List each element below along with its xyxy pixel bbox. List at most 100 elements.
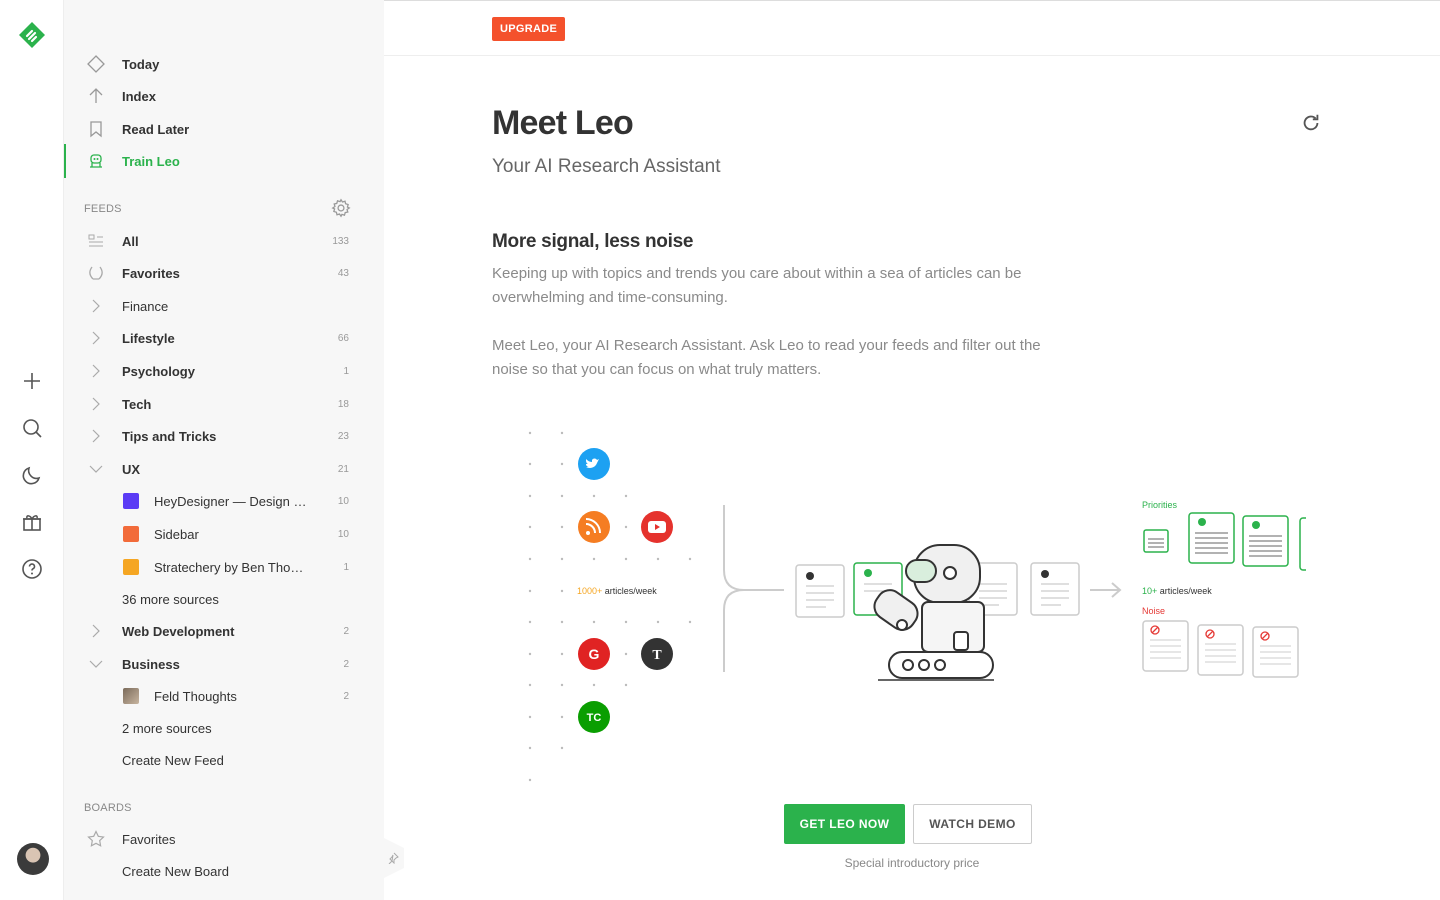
noise-articles [1142,620,1299,678]
sidebar-favicon [121,524,141,544]
twitter-icon [578,448,610,480]
unread-count: 43 [337,268,349,279]
bookmark-icon [86,119,106,139]
watch-demo-button[interactable]: WATCH DEMO [913,804,1032,844]
night-mode-icon[interactable] [20,463,44,487]
refresh-icon[interactable] [1300,112,1322,134]
more-sources-ux[interactable]: 36 more sources [64,584,384,614]
search-icon[interactable] [20,416,44,440]
page-subtitle: Your AI Research Assistant [492,156,721,177]
feed-tech[interactable]: Tech 18 [64,389,384,419]
feld-thoughts-favicon [121,686,141,706]
svg-text:T: T [652,648,662,663]
feed-psychology[interactable]: Psychology 1 [64,356,384,386]
more-sources-business[interactable]: 2 more sources [64,713,384,743]
nav-index[interactable]: Index [64,81,384,111]
arrow-up-icon [86,86,106,106]
app-rail [0,0,64,900]
board-label: Favorites [122,832,176,847]
funnel-bracket [723,505,784,672]
leo-paragraph: Meet Leo, your AI Research Assistant. As… [492,337,1041,378]
feed-business[interactable]: Business 2 [64,649,384,679]
board-favorites[interactable]: Favorites [64,824,384,854]
feed-label: Business [122,657,180,672]
feed-label: UX [122,462,141,477]
rss-icon [578,511,610,543]
gift-icon[interactable] [20,510,44,534]
source-feld-thoughts[interactable]: Feld Thoughts 2 [64,681,384,711]
page-title: Meet Leo [492,104,634,142]
feed-ux[interactable]: UX 21 [64,454,384,484]
chevron-down-icon[interactable] [86,459,106,479]
feedly-logo-icon[interactable] [17,20,47,50]
help-icon[interactable] [20,557,44,581]
upgrade-button[interactable]: UPGRADE [492,17,566,41]
input-volume: 1000+ articles/week [577,586,657,596]
feed-web-development[interactable]: Web Development 2 [64,616,384,646]
nav-label: Index [122,88,156,104]
section-heading: More signal, less noise [492,231,694,252]
techcrunch-icon: TC [578,701,610,733]
source-sidebar[interactable]: Sidebar 10 [64,519,384,549]
feed-finance[interactable]: Finance [64,291,384,321]
nav-label: Today [122,56,160,72]
nav-train-leo[interactable]: Train Leo [64,144,384,178]
unread-count: 66 [337,333,349,344]
leo-illustration: 1000+ articles/week G T TC Priorities 10… [528,431,1306,782]
chevron-right-icon[interactable] [86,426,106,446]
gear-icon[interactable] [330,197,352,219]
article-badge [1041,570,1049,578]
user-avatar[interactable] [17,843,49,875]
chevron-right-icon[interactable] [86,361,106,381]
create-new-board[interactable]: Create New Board [64,856,384,886]
main-content: UPGRADE Meet Leo Your AI Research Assist… [384,0,1440,900]
get-leo-now-button[interactable]: GET LEO NOW [784,804,905,844]
feed-label: Psychology [122,364,195,379]
feeds-section-label: FEEDS [84,203,122,215]
nav-read-later[interactable]: Read Later [64,114,384,144]
input-count: 1000+ [577,586,602,596]
feed-label: Finance [122,299,169,314]
chevron-right-icon[interactable] [86,621,106,641]
unread-count: 23 [337,431,349,442]
dot-grid [528,431,692,782]
unread-count: 2 [343,626,349,637]
create-new-feed[interactable]: Create New Feed [64,745,384,775]
check-icon [1252,521,1260,529]
nav-label: Train Leo [122,153,180,169]
feed-tips-and-tricks[interactable]: Tips and Tricks 23 [64,421,384,451]
feed-lifestyle[interactable]: Lifestyle 66 [64,323,384,353]
source-stratechery[interactable]: Stratechery by Ben Tho… 1 [64,552,384,582]
add-icon[interactable] [20,369,44,393]
source-label: Feld Thoughts [154,689,237,704]
feed-label: Web Development [122,624,235,639]
chevron-right-icon[interactable] [86,394,106,414]
feed-label: Tips and Tricks [122,429,217,444]
source-heydesigner[interactable]: HeyDesigner — Design … 10 [64,486,384,516]
unread-count: 18 [337,399,349,410]
feed-favorites[interactable]: Favorites 43 [64,258,384,288]
unread-count: 21 [337,464,349,475]
feed-label: Favorites [122,266,180,281]
nav-label: Read Later [122,121,190,137]
input-unit: articles/week [602,586,657,596]
chevron-right-icon[interactable] [86,328,106,348]
boards-section-label: BOARDS [84,802,132,814]
unread-count: 2 [343,691,349,702]
output-unit: articles/week [1157,586,1212,596]
sidebar: Today Index Read Later Train Leo FEEDS A… [64,0,384,900]
svg-text:G: G [589,646,600,662]
source-label: HeyDesigner — Design … [154,494,307,509]
feed-all[interactable]: All 133 [64,226,384,256]
nav-today[interactable]: Today [64,49,384,79]
unread-count: 10 [337,496,349,507]
youtube-icon [641,511,673,543]
chevron-right-icon[interactable] [86,296,106,316]
arrow-right-icon [1090,582,1122,598]
chevron-down-icon[interactable] [86,654,106,674]
more-sources-label: 36 more sources [122,592,219,607]
output-volume: 10+ articles/week [1142,586,1212,596]
intro-paragraph: Keeping up with topics and trends you ca… [492,265,1022,306]
heydesigner-favicon [121,491,141,511]
unread-count: 1 [343,562,349,573]
